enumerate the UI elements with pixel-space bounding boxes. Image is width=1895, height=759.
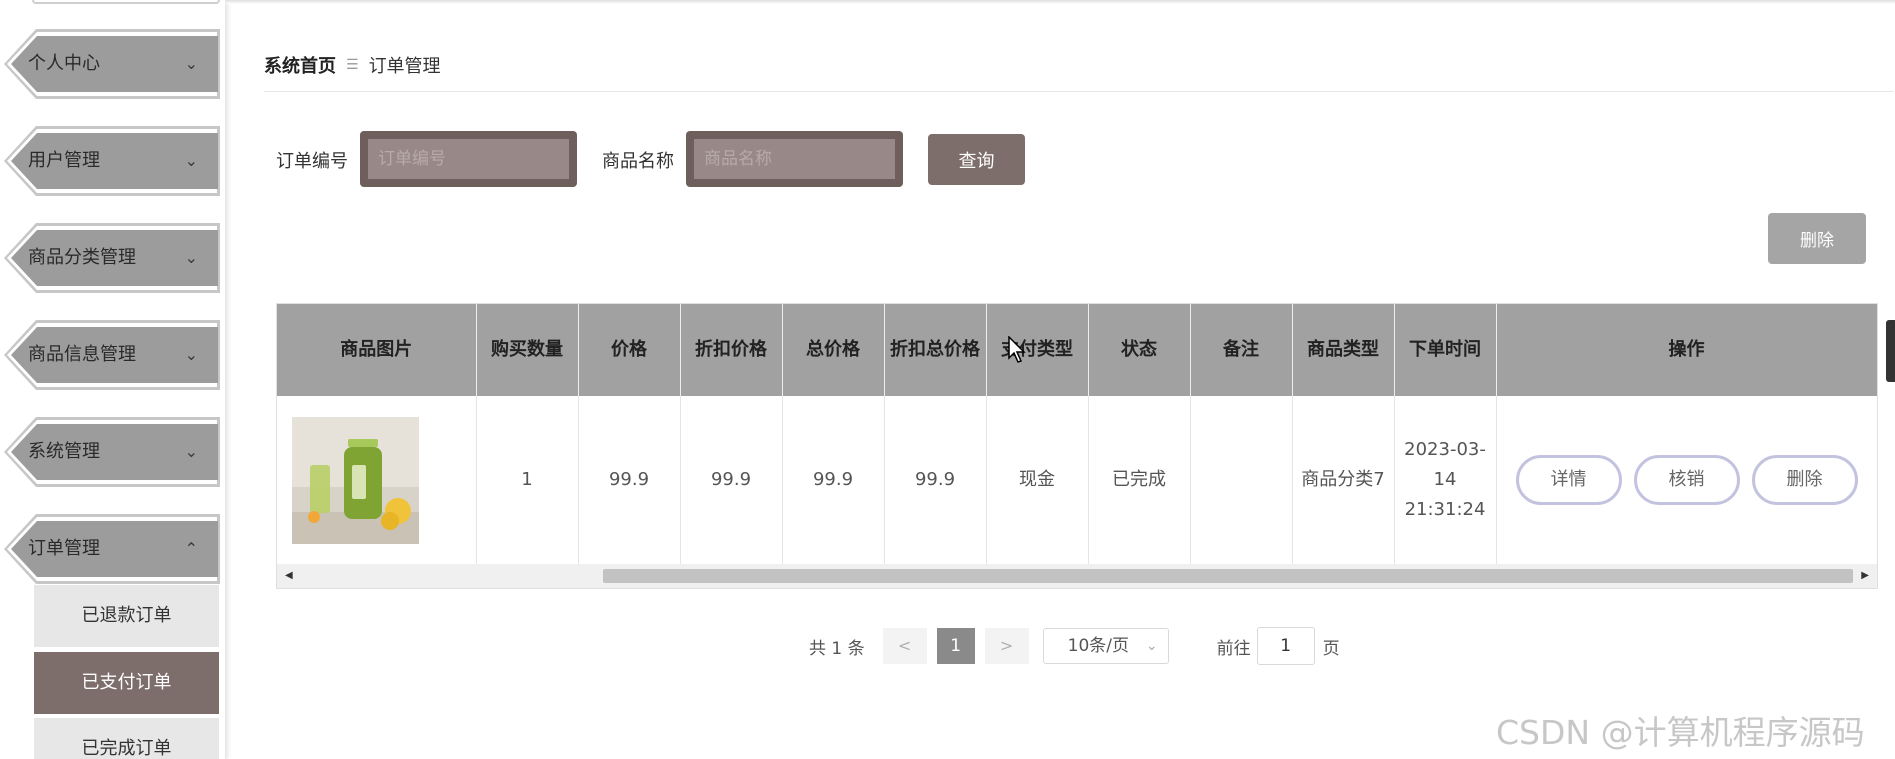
cell-status: 已完成 (1088, 396, 1191, 564)
header-shadow (226, 0, 1895, 4)
cell-quantity: 1 (476, 396, 579, 564)
pagination: 共 1 条 < 1 > 10条/页 ⌄ 前往 1 页 (809, 627, 1340, 665)
sidebar-item-personal-center[interactable]: 个人中心 ⌄ (4, 29, 220, 99)
sidebar-item-user-management[interactable]: 用户管理 ⌄ (4, 126, 220, 196)
breadcrumb-current: 订单管理 (368, 56, 441, 77)
sidebar-item-order-management[interactable]: 订单管理 ⌃ (4, 514, 220, 584)
scrollbar-thumb[interactable] (603, 569, 1853, 583)
watermark: CSDN @计算机程序源码 (1496, 713, 1865, 752)
cell-pay-type: 现金 (986, 396, 1089, 564)
goto-page-input[interactable]: 1 (1256, 627, 1315, 665)
chevron-down-icon: ⌄ (184, 248, 198, 267)
cell-total-price: 99.9 (782, 396, 885, 564)
scroll-left-icon[interactable]: ◀ (285, 564, 293, 588)
sidebar-item-system-management[interactable]: 系统管理 ⌄ (4, 417, 220, 487)
sidebar-item-label: 订单管理 (28, 538, 100, 559)
prev-page-button[interactable]: < (882, 628, 927, 664)
product-name-label: 商品名称 (602, 151, 674, 172)
column-header: 总价格 (782, 304, 885, 396)
sidebar-top-item-edge (32, 0, 220, 4)
page-size-value: 10条/页 (1067, 636, 1129, 656)
cell-product-image (277, 396, 477, 564)
main-content: 系统首页 ☰ 订单管理 订单编号 商品名称 查询 删除 商 (226, 0, 1895, 759)
chevron-down-icon: ⌄ (184, 442, 198, 461)
sidebar-item-label: 个人中心 (28, 53, 100, 74)
app-root: 个人中心 ⌄ 用户管理 ⌄ 商品分类管理 ⌄ 商品信息管理 ⌄ 系统管理 ⌄ 订… (0, 0, 1895, 759)
pagination-total: 共 1 条 (809, 638, 865, 659)
sidebar-item-product-management[interactable]: 商品信息管理 ⌄ (4, 320, 220, 390)
table-row: 1 99.9 99.9 99.9 99.9 现金 已完成 商品分类7 2023-… (277, 396, 1877, 564)
column-header: 商品类型 (1292, 304, 1395, 396)
horizontal-scrollbar[interactable]: ◀ ▶ (277, 564, 1877, 588)
product-name-input[interactable] (694, 139, 895, 179)
orders-table: 商品图片 购买数量 价格 折扣价格 总价格 折扣总价格 支付类型 状态 备注 商… (276, 303, 1878, 589)
order-no-field-wrapper (360, 131, 577, 187)
sidebar-subitem-refunded-orders[interactable]: 已退款订单 (34, 585, 219, 647)
scroll-right-icon[interactable]: ▶ (1861, 564, 1869, 588)
cell-remark (1190, 396, 1293, 564)
product-name-field-wrapper (686, 131, 903, 187)
verify-button[interactable]: 核销 (1633, 455, 1740, 505)
sidebar-item-label: 商品信息管理 (28, 344, 136, 365)
cell-category: 商品分类7 (1292, 396, 1395, 564)
batch-delete-button[interactable]: 删除 (1768, 213, 1866, 264)
sidebar-item-label: 系统管理 (28, 441, 100, 462)
product-image[interactable] (292, 416, 419, 544)
side-drawer-handle[interactable] (1886, 320, 1895, 382)
chevron-down-icon: ⌄ (184, 345, 198, 364)
column-header: 备注 (1190, 304, 1293, 396)
column-header: 价格 (578, 304, 681, 396)
sidebar-item-label: 用户管理 (28, 150, 100, 171)
chevron-down-icon: ⌄ (1145, 638, 1158, 654)
column-header: 商品图片 (277, 304, 477, 396)
column-header: 折扣总价格 (884, 304, 987, 396)
cell-actions: 详情 核销 删除 (1496, 396, 1877, 564)
sidebar-subitem-paid-orders[interactable]: 已支付订单 (34, 652, 219, 714)
cell-order-time: 2023-03-14 21:31:24 (1394, 396, 1497, 564)
column-header: 操作 (1496, 304, 1877, 396)
cell-discount-total: 99.9 (884, 396, 987, 564)
page-suffix-label: 页 (1322, 638, 1340, 659)
page-size-select[interactable]: 10条/页 ⌄ (1042, 628, 1169, 664)
chevron-up-icon: ⌃ (184, 539, 198, 558)
query-button[interactable]: 查询 (928, 134, 1025, 185)
row-delete-button[interactable]: 删除 (1751, 455, 1858, 505)
sidebar: 个人中心 ⌄ 用户管理 ⌄ 商品分类管理 ⌄ 商品信息管理 ⌄ 系统管理 ⌄ 订… (0, 0, 226, 759)
sidebar-item-category-management[interactable]: 商品分类管理 ⌄ (4, 223, 220, 293)
cell-discount-price: 99.9 (680, 396, 783, 564)
column-header: 折扣价格 (680, 304, 783, 396)
sidebar-item-label: 商品分类管理 (28, 247, 136, 268)
detail-button[interactable]: 详情 (1515, 455, 1622, 505)
page-number-button[interactable]: 1 (936, 628, 975, 664)
column-header: 状态 (1088, 304, 1191, 396)
breadcrumb-separator-icon: ☰ (346, 57, 359, 73)
order-no-input[interactable] (368, 139, 569, 179)
table-header-row: 商品图片 购买数量 价格 折扣价格 总价格 折扣总价格 支付类型 状态 备注 商… (277, 304, 1877, 396)
goto-label: 前往 (1216, 638, 1251, 659)
chevron-down-icon: ⌄ (184, 151, 198, 170)
next-page-button[interactable]: > (984, 628, 1029, 664)
chevron-down-icon: ⌄ (184, 54, 198, 73)
divider (264, 91, 1894, 92)
breadcrumb: 系统首页 ☰ 订单管理 (264, 52, 441, 78)
column-header: 购买数量 (476, 304, 579, 396)
cell-price: 99.9 (578, 396, 681, 564)
column-header: 支付类型 (986, 304, 1089, 396)
mouse-cursor-icon (1008, 336, 1026, 363)
sidebar-subitem-completed-orders[interactable]: 已完成订单 (34, 718, 219, 759)
order-no-label: 订单编号 (276, 151, 348, 172)
column-header: 下单时间 (1394, 304, 1497, 396)
breadcrumb-home[interactable]: 系统首页 (264, 52, 336, 78)
